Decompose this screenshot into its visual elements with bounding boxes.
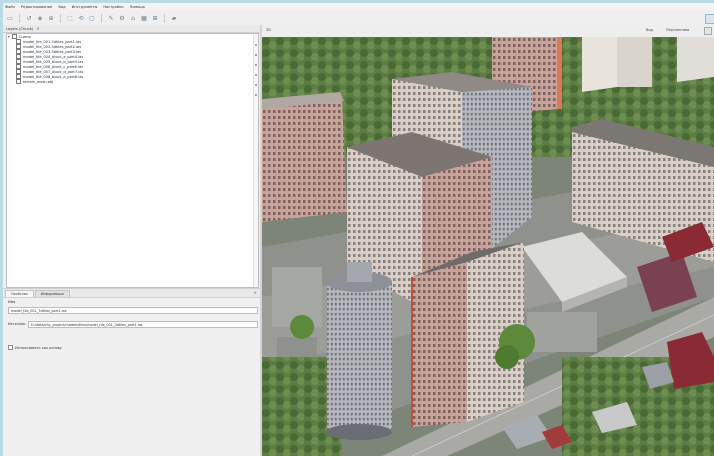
- tree-item-label: model_tile_008_block_e_part8.las: [23, 74, 84, 79]
- grid-icon[interactable]: ▦: [140, 14, 148, 22]
- image-icon[interactable]: ⊞: [151, 14, 159, 22]
- tree-item-label: model_tile_004_block_a_part4.las: [23, 54, 84, 59]
- projection-label: Перспектива: [666, 28, 690, 32]
- layer-icon[interactable]: ✎: [107, 14, 115, 22]
- rotate-icon[interactable]: ⟲: [77, 14, 85, 22]
- menu-edit[interactable]: Редактирование: [21, 5, 52, 9]
- viewport-header: 3D Вид Перспектива: [262, 25, 714, 37]
- tree-item[interactable]: terrain_mesh.obj: [7, 79, 258, 84]
- base-checkbox-row[interactable]: Использовать как основу: [8, 345, 62, 350]
- menu-settings[interactable]: Настройки: [103, 5, 123, 9]
- name-field[interactable]: model_tile_001_3dtiles_part1.las: [8, 307, 258, 314]
- tree-item-label: model_tile_002.3dtiles_part2.las: [23, 44, 82, 49]
- zoom-icon[interactable]: ⊕: [47, 14, 55, 22]
- tab-properties[interactable]: Свойства: [5, 290, 34, 297]
- window-control-icon[interactable]: [705, 14, 714, 24]
- base-checkbox-label: Использовать как основу: [15, 345, 62, 350]
- new-icon[interactable]: ▭: [6, 14, 14, 22]
- layer-visibility-checkbox[interactable]: [16, 79, 21, 84]
- name-label: Имя: [8, 300, 16, 304]
- tab-info[interactable]: Информация: [34, 290, 70, 297]
- base-checkbox[interactable]: [8, 345, 13, 350]
- app-window: Файл Редактирование Вид Инструменты Наст…: [3, 3, 714, 456]
- toolbar: ▭ ↺ ◈ ⊕ ⬚ ⟲ ▢ ✎ ⚙ ⌂ ▦ ⊞ ▰: [3, 11, 714, 26]
- folder-icon[interactable]: ▰: [170, 14, 178, 22]
- save-icon[interactable]: ◈: [36, 14, 44, 22]
- viewport-button[interactable]: [704, 27, 712, 35]
- close-icon[interactable]: ×: [36, 26, 39, 31]
- left-dock: Layers (Chunk) × ▾ Сцена model_tile_001.…: [3, 25, 260, 456]
- select-icon[interactable]: ⬚: [66, 14, 74, 22]
- toolbar-separator: [60, 13, 61, 23]
- tree-item-label: model_tile_006_block_c_part6.las: [23, 64, 84, 69]
- scroll-marker: [255, 74, 257, 76]
- menu-tools[interactable]: Инструменты: [72, 5, 98, 9]
- scroll-marker: [255, 64, 257, 66]
- tree-item-label: model_tile_003.3dtiles_part3.las: [23, 49, 82, 54]
- properties-tabs: Свойства Информация ×: [3, 288, 260, 298]
- menu-bar: Файл Редактирование Вид Инструменты Наст…: [3, 3, 714, 10]
- path-field[interactable]: D:/data/city_project/models/tiles/model_…: [28, 321, 258, 328]
- close-icon[interactable]: ×: [254, 290, 257, 295]
- toolbar-separator: [164, 13, 165, 23]
- layers-panel-header: Layers (Chunk) ×: [3, 25, 260, 33]
- help-icon[interactable]: ⌂: [129, 14, 137, 22]
- tree-scrollbar[interactable]: [253, 34, 258, 287]
- scroll-marker: [255, 84, 257, 86]
- layers-tree[interactable]: ▾ Сцена model_tile_001.3dtiles_part1.las…: [6, 33, 259, 288]
- scroll-marker: [255, 94, 257, 96]
- measure-icon[interactable]: ▢: [88, 14, 96, 22]
- scroll-marker: [255, 54, 257, 56]
- viewport-label: 3D: [266, 28, 271, 32]
- tree-root-label: Сцена: [19, 34, 31, 39]
- path-label: Источник: [8, 322, 26, 326]
- tree-item-label: model_tile_007_block_d_part7.las: [23, 69, 84, 74]
- scroll-marker: [255, 44, 257, 46]
- properties-panel: Свойства Информация × Имя model_tile_001…: [3, 288, 260, 456]
- tree-item-label: model_tile_005_block_b_part5.las: [23, 59, 84, 64]
- tree-item-label: terrain_mesh.obj: [23, 79, 54, 84]
- layers-panel-title: Layers (Chunk): [6, 26, 34, 31]
- open-icon[interactable]: ↺: [25, 14, 33, 22]
- settings-icon[interactable]: ⚙: [118, 14, 126, 22]
- menu-view[interactable]: Вид: [58, 5, 65, 9]
- tree-item-label: model_tile_001.3dtiles_part1.las: [23, 39, 82, 44]
- toolbar-separator: [19, 13, 20, 23]
- menu-file[interactable]: Файл: [5, 5, 15, 9]
- view-mode-label: Вид: [646, 28, 653, 32]
- city-model-render: [262, 37, 714, 456]
- toolbar-separator: [101, 13, 102, 23]
- 3d-viewport[interactable]: [262, 37, 714, 456]
- menu-help[interactable]: Помощь: [130, 5, 145, 9]
